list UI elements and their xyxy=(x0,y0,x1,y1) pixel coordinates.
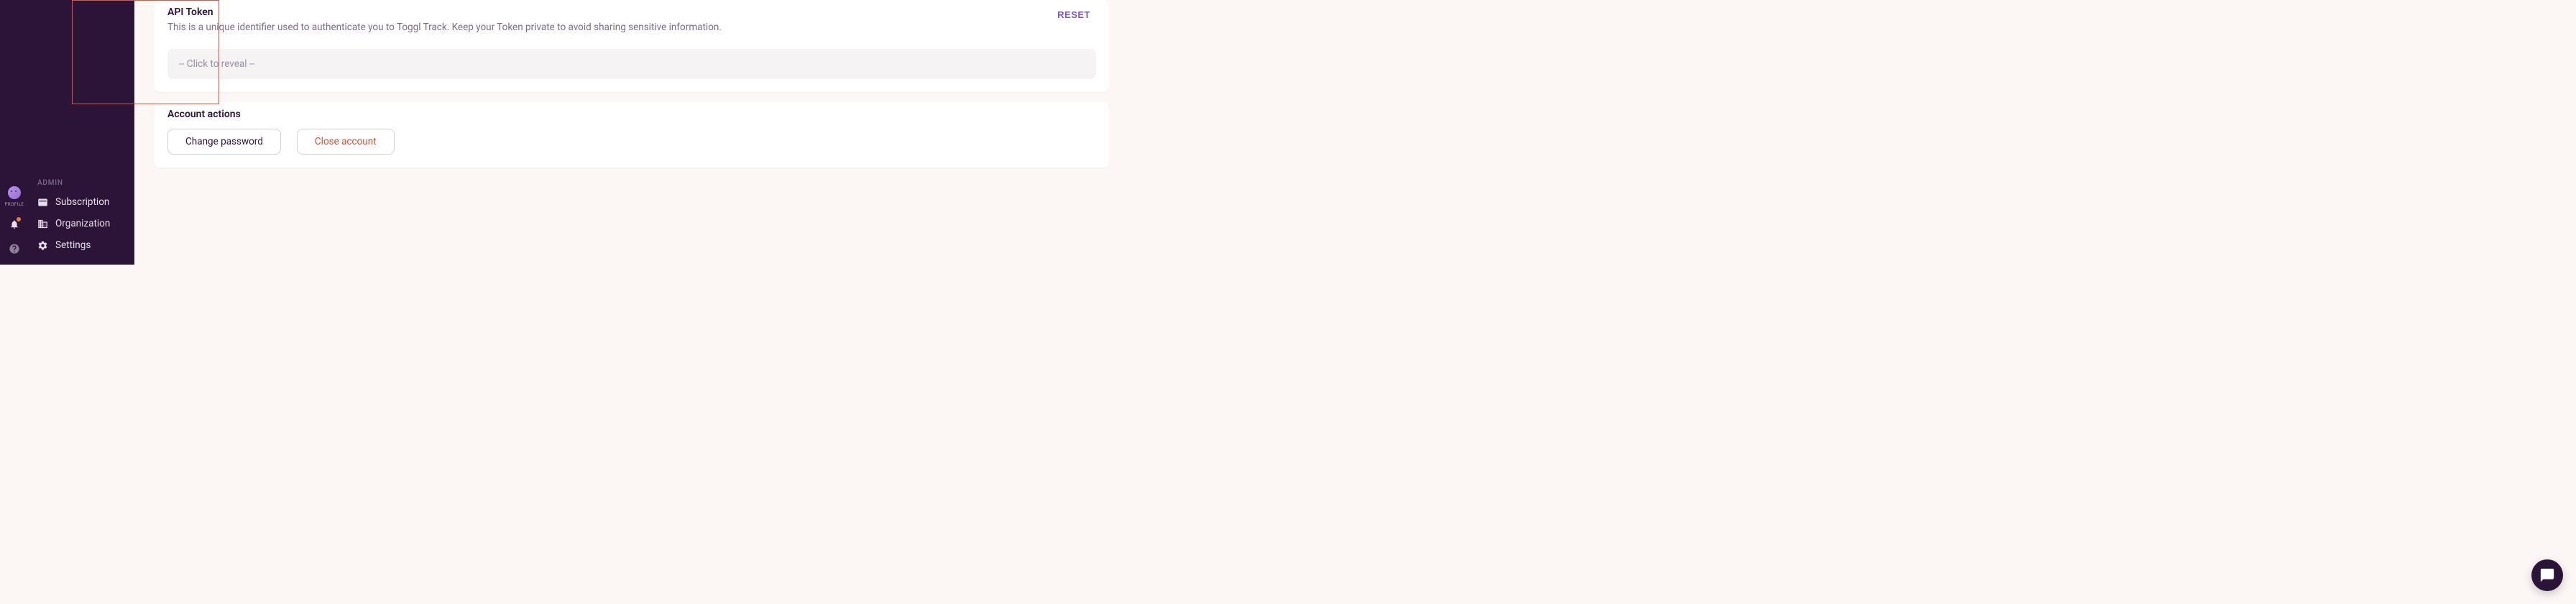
sidebar-item-label: Subscription xyxy=(55,196,109,208)
chat-icon xyxy=(2539,567,2555,583)
profile-button[interactable]: PROFILE xyxy=(5,186,24,207)
sidebar-item-label: Settings xyxy=(55,239,91,251)
sidebar-item-organization[interactable]: Organization xyxy=(34,213,129,234)
sidebar-item-subscription[interactable]: Subscription xyxy=(34,191,129,213)
gear-icon xyxy=(37,240,48,251)
reset-button[interactable]: RESET xyxy=(1052,6,1096,23)
account-actions-title: Account actions xyxy=(167,109,1096,120)
change-password-button[interactable]: Change password xyxy=(167,129,281,155)
close-account-button[interactable]: Close account xyxy=(297,129,395,155)
sidebar-item-label: Organization xyxy=(55,218,110,229)
api-token-card: API Token This is a unique identifier us… xyxy=(155,0,1109,92)
token-reveal-field[interactable]: -- Click to reveal -- xyxy=(167,49,1096,79)
notification-dot xyxy=(17,217,21,221)
account-actions-card: Account actions Change password Close ac… xyxy=(155,102,1109,168)
avatar-icon xyxy=(8,186,21,199)
narrow-sidebar: PROFILE xyxy=(0,0,29,265)
sidebar-item-settings[interactable]: Settings xyxy=(34,234,129,256)
organization-icon xyxy=(37,219,48,229)
api-token-description: This is a unique identifier used to auth… xyxy=(167,21,722,35)
profile-label: PROFILE xyxy=(5,202,24,207)
chat-support-button[interactable] xyxy=(2531,559,2563,591)
subscription-icon xyxy=(37,197,48,208)
help-button[interactable] xyxy=(9,243,20,255)
wide-sidebar: ADMIN Subscription Organization Settings xyxy=(29,0,134,265)
admin-section-label: ADMIN xyxy=(34,175,129,191)
notifications-button[interactable] xyxy=(9,219,19,229)
main-content: API Token This is a unique identifier us… xyxy=(134,0,1121,265)
help-icon xyxy=(9,243,20,255)
api-token-title: API Token xyxy=(167,6,722,18)
